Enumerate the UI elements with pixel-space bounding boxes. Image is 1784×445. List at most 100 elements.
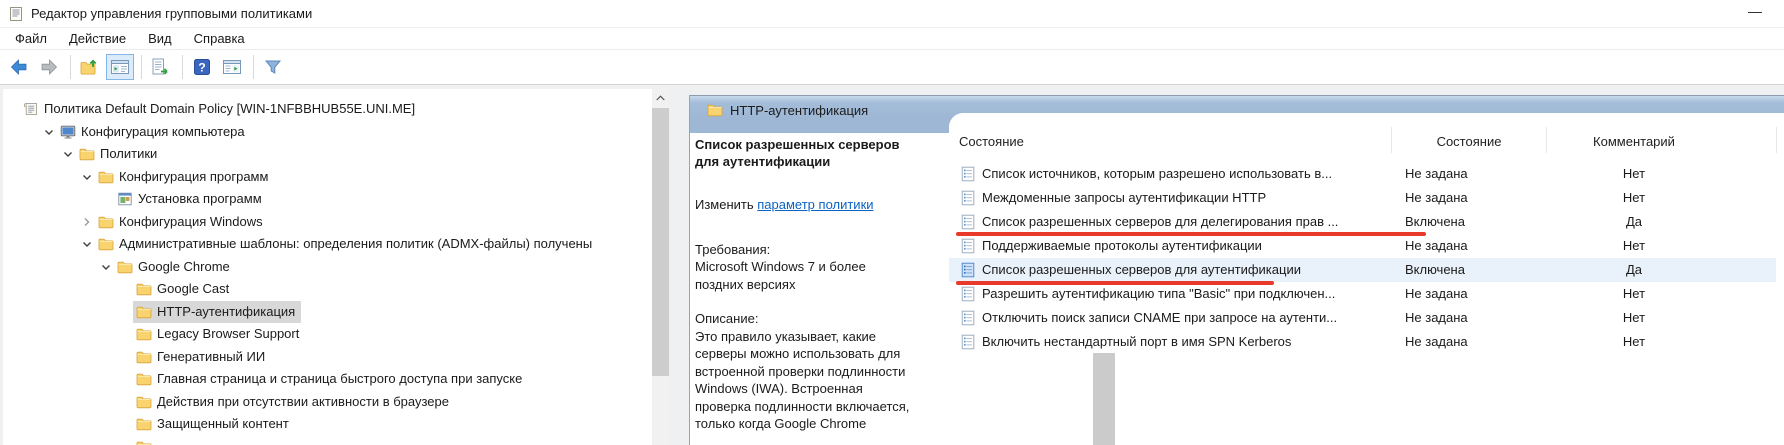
mmc-console-icon (8, 6, 24, 22)
toolbar-separator (182, 55, 183, 79)
scroll-up-icon[interactable] (652, 89, 669, 106)
setting-name: Разрешить аутентификацию типа "Basic" пр… (982, 286, 1336, 301)
setting-row-1[interactable]: Междоменные запросы аутентификации HTTP Н… (949, 186, 1776, 210)
policy-setting-icon (961, 214, 975, 230)
edit-policy-line: Изменить параметр политики (695, 196, 915, 214)
folder-icon (136, 326, 152, 342)
setting-comment: Да (1625, 262, 1643, 277)
tree-item-7[interactable]: Google Chrome (3, 256, 651, 278)
chevron-open-icon[interactable] (79, 169, 95, 185)
tree-item-13[interactable]: Действия при отсутствии активности в бра… (3, 391, 651, 413)
tree-scrollbar[interactable] (652, 89, 669, 445)
toolbar-separator (70, 55, 71, 79)
menu-item-3[interactable]: Справка (183, 29, 256, 48)
setting-row-0[interactable]: Список источников, которым разрешено исп… (949, 162, 1776, 186)
menu-item-1[interactable]: Действие (58, 29, 137, 48)
folder-icon (136, 439, 152, 445)
column-separator[interactable] (1546, 127, 1547, 153)
tree-item-2[interactable]: Политики (3, 143, 651, 165)
description-text: Это правило указывает, какие серверы мож… (695, 328, 910, 432)
setting-state: Включена (1405, 262, 1465, 277)
menu-item-2[interactable]: Вид (137, 29, 183, 48)
show-console-tree-button[interactable] (106, 54, 134, 80)
setting-state: Не задана (1405, 334, 1468, 349)
setting-row-4[interactable]: Список разрешенных серверов для аутентиф… (949, 258, 1776, 282)
setting-row-3[interactable]: Поддерживаемые протоколы аутентификации Н… (949, 234, 1776, 258)
folder-icon (136, 349, 152, 365)
tree-item-label: Главная страница и страница быстрого дос… (157, 371, 523, 386)
edit-policy-link[interactable]: параметр политики (757, 197, 873, 212)
help-button[interactable]: ? (188, 54, 216, 80)
menu-bar: Файл Действие Вид Справка (0, 28, 1784, 50)
requirements-text: Microsoft Windows 7 и более поздних верс… (695, 259, 866, 292)
tree-item-4[interactable]: Установка программ (3, 188, 651, 210)
filter-button[interactable] (259, 54, 287, 80)
setting-row-5[interactable]: Разрешить аутентификацию типа "Basic" пр… (949, 282, 1776, 306)
setting-comment: Нет (1622, 286, 1646, 301)
tree-scrollbar-thumb[interactable] (652, 108, 669, 376)
tree-item-label: Политика Default Domain Policy [WIN-1NFB… (44, 101, 416, 116)
up-one-level-button[interactable] (76, 54, 104, 80)
column-separator[interactable] (1391, 127, 1392, 153)
tree-item-5[interactable]: Конфигурация Windows (3, 211, 651, 233)
setting-comment: Нет (1622, 238, 1646, 253)
policy-setting-icon (961, 166, 975, 182)
column-header-comment[interactable]: Комментарий (1534, 134, 1734, 149)
details-panel: HTTP-аутентификация Список разрешенных с… (689, 95, 1784, 445)
policy-description-pane: Список разрешенных серверов для аутентиф… (695, 136, 915, 433)
folder-icon (117, 259, 133, 275)
setting-name: Междоменные запросы аутентификации HTTP (982, 190, 1267, 205)
software-icon (117, 191, 133, 207)
minimize-button[interactable]: — (1740, 3, 1770, 25)
tree-item-10[interactable]: Legacy Browser Support (3, 323, 651, 345)
chevron-open-icon[interactable] (41, 124, 57, 140)
setting-row-7[interactable]: Включить нестандартный порт в имя SPN Ke… (949, 330, 1776, 354)
settings-list: Состояние Состояние Комментарий Список и… (949, 113, 1784, 445)
chevron-open-icon[interactable] (98, 259, 114, 275)
title-bar: Редактор управления групповыми политикам… (0, 0, 1784, 28)
tree-item-0[interactable]: Политика Default Domain Policy [WIN-1NFB… (3, 98, 651, 120)
setting-state: Не задана (1405, 166, 1468, 181)
show-action-pane-button[interactable] (218, 54, 246, 80)
setting-row-2[interactable]: Список разрешенных серверов для делегиро… (949, 210, 1776, 234)
tree-item-label: Генеративный ИИ (157, 348, 266, 364)
tree-item-11[interactable]: Генеративный ИИ (3, 346, 651, 368)
policy-setting-title: Список разрешенных серверов для аутентиф… (695, 137, 900, 169)
folder-icon (98, 169, 114, 185)
column-header-setting[interactable]: Состояние (959, 134, 1024, 149)
setting-comment: Нет (1622, 334, 1646, 349)
tree-item-1[interactable]: Конфигурация компьютера (3, 121, 651, 143)
setting-comment: Нет (1622, 310, 1646, 325)
tree-item-partial[interactable] (3, 436, 651, 445)
setting-state: Включена (1405, 214, 1465, 229)
column-header-state[interactable]: Состояние (1399, 134, 1539, 149)
setting-row-6[interactable]: Отключить поиск записи CNAME при запросе… (949, 306, 1776, 330)
folder-icon (136, 416, 152, 432)
folder-icon (79, 146, 95, 162)
column-separator[interactable] (1776, 127, 1777, 153)
toolbar: ? (0, 50, 1784, 85)
policy-setting-icon (961, 238, 975, 254)
chevron-open-icon[interactable] (79, 236, 95, 252)
tree-item-14[interactable]: Защищенный контент (3, 413, 651, 435)
tree-item-6[interactable]: Административные шаблоны: определения по… (3, 233, 651, 255)
back-button[interactable] (5, 54, 33, 80)
window-title: Редактор управления групповыми политикам… (31, 6, 313, 21)
menu-item-0[interactable]: Файл (4, 29, 58, 48)
setting-name: Поддерживаемые протоколы аутентификации (982, 238, 1262, 253)
chevron-open-icon[interactable] (60, 146, 76, 162)
tree-item-3[interactable]: Конфигурация программ (3, 166, 651, 188)
setting-name: Список разрешенных серверов для делегиро… (982, 214, 1339, 229)
description-scrollbar-thumb[interactable] (1093, 353, 1115, 445)
forward-button[interactable] (35, 54, 63, 80)
export-list-button[interactable] (147, 54, 175, 80)
description-label: Описание: (695, 311, 759, 326)
tree-item-9[interactable]: HTTP-аутентификация (3, 300, 651, 323)
tree-item-12[interactable]: Главная страница и страница быстрого дос… (3, 368, 651, 390)
tree-item-8[interactable]: Google Cast (3, 278, 651, 300)
policy-setting-icon (961, 262, 975, 278)
setting-name: Отключить поиск записи CNAME при запросе… (982, 310, 1338, 325)
chevron-closed-icon[interactable] (79, 214, 95, 230)
toolbar-separator (253, 55, 254, 79)
setting-name: Список источников, которым разрешено исп… (982, 166, 1333, 181)
